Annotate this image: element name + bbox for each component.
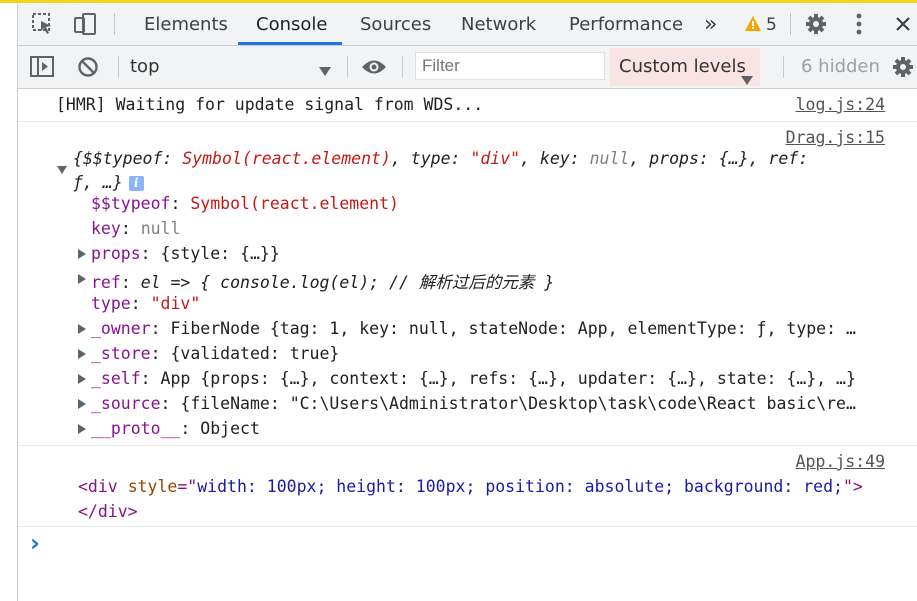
log-source-link[interactable]: Drag.js:15 bbox=[786, 128, 885, 147]
tabbar-separator bbox=[790, 13, 791, 35]
property-row: type: "div" bbox=[91, 294, 201, 313]
toolbar-separator bbox=[118, 56, 119, 78]
object-summary[interactable]: {$$typeof: Symbol(react.element), type: … bbox=[73, 149, 808, 168]
property-row[interactable]: __proto__: Object bbox=[91, 419, 260, 438]
message-divider bbox=[18, 526, 917, 527]
devtools-tabbar: Elements Console Sources Network Perform… bbox=[18, 3, 917, 46]
expand-arrow-icon[interactable] bbox=[78, 249, 86, 259]
expand-arrow-icon[interactable] bbox=[78, 424, 86, 434]
console-prompt-icon: › bbox=[30, 529, 40, 557]
property-row[interactable]: props: {style: {…}} bbox=[91, 244, 280, 263]
tab-elements[interactable]: Elements bbox=[144, 3, 228, 45]
dom-element-node[interactable]: <div style="width: 100px; height: 100px;… bbox=[78, 477, 863, 496]
property-row: $$typeof: Symbol(react.element) bbox=[91, 194, 399, 213]
toolbar-separator bbox=[783, 56, 784, 78]
expand-arrow-icon[interactable] bbox=[78, 324, 86, 334]
inspect-element-icon[interactable] bbox=[32, 13, 54, 35]
console-toolbar: top Custom levels 6 hidden bbox=[18, 46, 917, 89]
device-toolbar-icon[interactable] bbox=[74, 12, 98, 36]
property-row: key: null bbox=[91, 219, 181, 238]
log-message-text: [HMR] Waiting for update signal from WDS… bbox=[56, 95, 484, 114]
info-icon[interactable]: i bbox=[128, 176, 144, 191]
filter-input[interactable] bbox=[415, 52, 605, 80]
close-icon[interactable] bbox=[895, 16, 911, 32]
context-selector[interactable]: top bbox=[130, 46, 160, 88]
tab-performance[interactable]: Performance bbox=[569, 3, 683, 45]
object-summary-continued: ƒ, …} i bbox=[73, 173, 144, 192]
message-divider bbox=[18, 121, 917, 122]
collapse-object-arrow-icon[interactable] bbox=[57, 166, 67, 174]
settings-gear-icon[interactable] bbox=[805, 13, 827, 35]
clear-console-icon[interactable] bbox=[77, 56, 99, 78]
live-expression-eye-icon[interactable] bbox=[361, 58, 387, 76]
active-tab-indicator bbox=[238, 42, 342, 45]
dom-element-close-tag: </div> bbox=[78, 502, 138, 521]
expand-arrow-icon[interactable] bbox=[78, 349, 86, 359]
property-row[interactable]: _self: App {props: {…}, context: {…}, re… bbox=[91, 369, 856, 388]
property-row[interactable]: _owner: FiberNode {tag: 1, key: null, st… bbox=[91, 319, 856, 338]
context-dropdown-icon[interactable] bbox=[319, 62, 331, 76]
warning-count[interactable]: 5 bbox=[766, 3, 777, 45]
show-sidebar-icon[interactable] bbox=[30, 56, 54, 78]
log-levels-label: Custom levels bbox=[619, 56, 746, 77]
toolbar-separator bbox=[347, 56, 348, 78]
tabbar-separator bbox=[114, 13, 115, 35]
expand-arrow-icon[interactable] bbox=[78, 399, 86, 409]
tab-sources[interactable]: Sources bbox=[360, 3, 431, 45]
property-row[interactable]: ref: el => { console.log(el); // 解析过后的元素… bbox=[91, 269, 554, 293]
log-source-link[interactable]: App.js:49 bbox=[796, 452, 885, 471]
more-options-icon[interactable] bbox=[855, 13, 863, 35]
expand-arrow-icon[interactable] bbox=[78, 374, 86, 384]
log-source-link[interactable]: log.js:24 bbox=[796, 95, 885, 114]
tab-console[interactable]: Console bbox=[256, 3, 327, 45]
console-settings-gear-icon[interactable] bbox=[892, 56, 914, 78]
console-input[interactable] bbox=[50, 534, 890, 556]
message-divider bbox=[18, 445, 917, 446]
hidden-messages-count: 6 hidden bbox=[801, 56, 880, 77]
warning-icon[interactable] bbox=[744, 15, 762, 33]
left-border bbox=[17, 3, 18, 601]
expand-arrow-icon[interactable] bbox=[78, 274, 86, 284]
property-row[interactable]: _source: {fileName: "C:\Users\Administra… bbox=[91, 394, 856, 413]
log-levels-dropdown[interactable]: Custom levels bbox=[610, 48, 760, 86]
property-row[interactable]: _store: {validated: true} bbox=[91, 344, 339, 363]
levels-dropdown-icon bbox=[741, 62, 753, 85]
tab-network[interactable]: Network bbox=[461, 3, 536, 45]
more-tabs-button[interactable]: » bbox=[704, 3, 717, 45]
toolbar-separator bbox=[402, 56, 403, 78]
